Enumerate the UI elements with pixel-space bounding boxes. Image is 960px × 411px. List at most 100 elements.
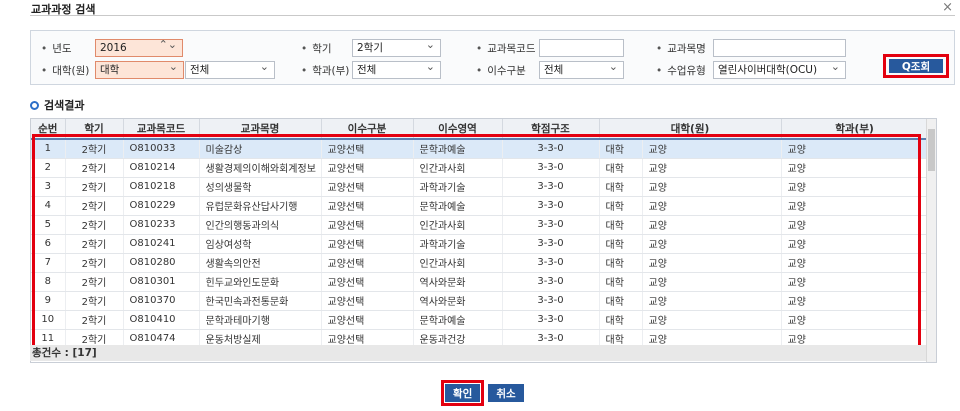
cell-course-name: 생활속의안전 [199, 253, 322, 273]
cell-course-name: 한국민속과전통문화 [199, 291, 322, 311]
cell-credit-structure: 3-3-0 [502, 253, 600, 273]
table-row[interactable]: 9 2학기 O810370 한국민속과전통문화 교양선택 역사와문화 3-3-0 대학 교양 교양 [31, 291, 929, 311]
close-icon[interactable]: × [942, 1, 953, 15]
cell-credit-structure: 3-3-0 [502, 310, 600, 330]
scrollbar-thumb[interactable] [928, 129, 935, 171]
cell-college: 대학 [599, 196, 643, 216]
cell-department: 교양 [781, 158, 929, 178]
completion-type-select[interactable]: 전체 [539, 61, 624, 79]
course-code-input[interactable] [539, 39, 624, 57]
cell-completion-area: 역사와문화 [413, 291, 503, 311]
cell-no: 9 [31, 291, 66, 311]
cell-completion-area: 역사와문화 [413, 272, 503, 292]
total-count: 총건수 : [17] [30, 345, 926, 361]
cell-semester: 2학기 [65, 196, 124, 216]
table-row[interactable]: 6 2학기 O810241 임상여성학 교양선택 과학과기술 3-3-0 대학 교양 교양 [31, 234, 929, 254]
cell-completion-area: 과학과기술 [413, 234, 503, 254]
cell-credit-structure: 3-3-0 [502, 158, 600, 178]
header-course-code[interactable]: 교과목코드 [123, 119, 200, 140]
cell-college: 대학 [599, 177, 643, 197]
search-panel: •년도 2016 •학기 2학기 •교과목코드 •교과목명 •대학(원) 대학 … [30, 30, 955, 85]
cell-course-name: 생활경제의이해와회계정보 [199, 158, 322, 178]
cell-college: 대학 [599, 310, 643, 330]
course-name-input[interactable] [713, 39, 846, 57]
cell-completion-area: 인간과사회 [413, 215, 503, 235]
completion-type-label: • 이수구분 [476, 64, 526, 77]
cell-course-code: O810229 [123, 196, 200, 216]
table-row[interactable]: 3 2학기 O810218 성의생물학 교양선택 과학과기술 3-3-0 대학 교양 교양 [31, 177, 929, 197]
cell-no: 8 [31, 272, 66, 292]
department-label: • 학과(부) [301, 64, 350, 77]
cell-college-dept: 교양 [642, 253, 782, 273]
cell-course-code: O810214 [123, 158, 200, 178]
table-row[interactable]: 4 2학기 O810229 유럽문화유산답사기행 교양선택 문학과예술 3-3-0 대학 교양 교… [31, 196, 929, 216]
class-type-label: • 수업유형 [656, 64, 706, 77]
cell-course-name: 인간의행동과의식 [199, 215, 322, 235]
cell-credit-structure: 3-3-0 [502, 177, 600, 197]
header-no[interactable]: 순번 [31, 119, 66, 140]
cell-department: 교양 [781, 291, 929, 311]
header-semester[interactable]: 학기 [65, 119, 124, 140]
table-row[interactable]: 1 2학기 O810033 미술감상 교양선택 문학과예술 3-3-0 대학 교양 교양 [31, 139, 929, 159]
cell-completion-type: 교양선택 [321, 196, 414, 216]
cell-completion-type: 교양선택 [321, 177, 414, 197]
class-type-select[interactable]: 열린사이버대학(OCU) [713, 61, 846, 79]
cell-department: 교양 [781, 310, 929, 330]
table-row[interactable]: 7 2학기 O810280 생활속의안전 교양선택 인간과사회 3-3-0 대학 교양 교양 [31, 253, 929, 273]
cell-completion-type: 교양선택 [321, 234, 414, 254]
ok-button[interactable]: 확인 [445, 384, 481, 402]
title-bar: 교과과정 검색 × [30, 0, 955, 16]
cell-course-name: 성의생물학 [199, 177, 322, 197]
cell-course-code: O810280 [123, 253, 200, 273]
cell-no: 4 [31, 196, 66, 216]
cell-department: 교양 [781, 272, 929, 292]
cell-completion-area: 문학과예술 [413, 139, 503, 159]
header-completion-area[interactable]: 이수영역 [413, 119, 503, 140]
table-header-row: 순번 학기 교과목코드 교과목명 이수구분 이수영역 학점구조 대학(원) 학과… [31, 119, 929, 140]
cell-semester: 2학기 [65, 139, 124, 159]
cell-semester: 2학기 [65, 215, 124, 235]
cell-semester: 2학기 [65, 177, 124, 197]
header-college[interactable]: 대학(원) [599, 119, 782, 140]
header-completion-type[interactable]: 이수구분 [321, 119, 414, 140]
table-row[interactable]: 10 2학기 O810410 문학과테마기행 교양선택 문학과예술 3-3-0 대학 교양 교양 [31, 310, 929, 330]
table-row[interactable]: 8 2학기 O810301 힌두교와인도문화 교양선택 역사와문화 3-3-0 대학 교양 교양 [31, 272, 929, 292]
cell-college-dept: 교양 [642, 215, 782, 235]
cell-department: 교양 [781, 253, 929, 273]
department-select[interactable]: 전체 [352, 61, 441, 79]
header-course-name[interactable]: 교과목명 [199, 119, 322, 140]
cell-credit-structure: 3-3-0 [502, 196, 600, 216]
cell-course-code: O810033 [123, 139, 200, 159]
cell-college: 대학 [599, 139, 643, 159]
cell-completion-type: 교양선택 [321, 215, 414, 235]
ok-button-highlight: 확인 [441, 380, 485, 406]
cell-credit-structure: 3-3-0 [502, 234, 600, 254]
cell-no: 3 [31, 177, 66, 197]
cell-college-dept: 교양 [642, 177, 782, 197]
header-department[interactable]: 학과(부) [781, 119, 929, 140]
cell-college: 대학 [599, 234, 643, 254]
table-row[interactable]: 5 2학기 O810233 인간의행동과의식 교양선택 인간과사회 3-3-0 대학 교양 교양 [31, 215, 929, 235]
header-credit-structure[interactable]: 학점구조 [502, 119, 600, 140]
results-table: 순번 학기 교과목코드 교과목명 이수구분 이수영역 학점구조 대학(원) 학과… [31, 119, 929, 349]
cell-semester: 2학기 [65, 158, 124, 178]
cell-no: 10 [31, 310, 66, 330]
cancel-button[interactable]: 취소 [488, 384, 524, 402]
cell-no: 2 [31, 158, 66, 178]
cell-college-dept: 교양 [642, 291, 782, 311]
cell-college-dept: 교양 [642, 272, 782, 292]
grid-scrollbar[interactable] [926, 119, 936, 362]
year-select[interactable]: 2016 [95, 39, 183, 57]
cell-course-name: 힌두교와인도문화 [199, 272, 322, 292]
semester-select[interactable]: 2학기 [352, 39, 441, 57]
cell-completion-type: 교양선택 [321, 253, 414, 273]
query-button[interactable]: Q조회 [889, 59, 943, 73]
cell-course-name: 임상여성학 [199, 234, 322, 254]
semester-label: • 학기 [301, 42, 332, 55]
table-row[interactable]: 2 2학기 O810214 생활경제의이해와회계정보 교양선택 인간과사회 3-3-0 대학 교… [31, 158, 929, 178]
cell-college-dept: 교양 [642, 196, 782, 216]
college-sub-select[interactable]: 전체 [185, 61, 275, 79]
college-select[interactable]: 대학 [95, 61, 184, 79]
cell-completion-type: 교양선택 [321, 139, 414, 159]
cell-college: 대학 [599, 158, 643, 178]
